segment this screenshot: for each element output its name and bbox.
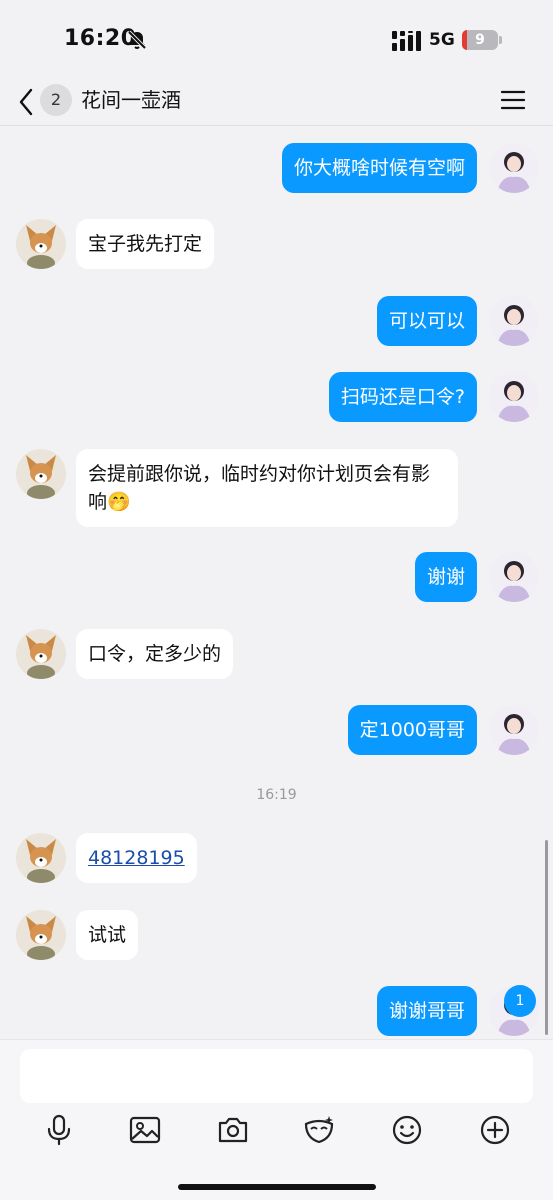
new-message-badge[interactable]: 1 bbox=[504, 985, 536, 1017]
microphone-icon[interactable] bbox=[43, 1114, 75, 1146]
avatar[interactable] bbox=[16, 629, 66, 679]
plus-icon[interactable] bbox=[479, 1114, 511, 1146]
avatar[interactable] bbox=[489, 705, 539, 755]
status-bar: 16:20 5G 9 bbox=[0, 0, 553, 80]
message-bubble-outgoing[interactable]: 谢谢哥哥 bbox=[376, 986, 477, 1036]
mask-icon[interactable] bbox=[303, 1114, 335, 1146]
chat-title: 花间一壶酒 bbox=[81, 88, 181, 112]
message-bubble-incoming[interactable]: 试试 bbox=[76, 910, 139, 960]
message-input[interactable] bbox=[20, 1049, 533, 1103]
battery-level: 9 bbox=[475, 32, 485, 48]
emoji-icon[interactable] bbox=[391, 1114, 423, 1146]
message-list[interactable]: 你大概啥时候有空啊 宝子我先打定 可以可以 扫码还是口令? 会提前跟你说，临时约… bbox=[0, 127, 553, 1039]
home-indicator bbox=[178, 1184, 376, 1190]
message-bubble-outgoing[interactable]: 扫码还是口令? bbox=[328, 372, 477, 422]
image-icon[interactable] bbox=[129, 1114, 161, 1146]
signal-icon bbox=[392, 31, 421, 51]
message-link[interactable]: 48128195 bbox=[88, 847, 185, 869]
message-bubble-outgoing[interactable]: 定1000哥哥 bbox=[347, 705, 477, 755]
menu-icon[interactable] bbox=[501, 89, 525, 111]
avatar[interactable] bbox=[16, 833, 66, 883]
battery-icon: 9 bbox=[462, 30, 502, 50]
camera-icon[interactable] bbox=[217, 1114, 249, 1146]
message-bubble-incoming[interactable]: 会提前跟你说，临时约对你计划页会有影响🤭 bbox=[76, 449, 458, 527]
avatar[interactable] bbox=[16, 219, 66, 269]
input-area bbox=[0, 1039, 553, 1200]
avatar[interactable] bbox=[489, 143, 539, 193]
message-bubble-outgoing[interactable]: 谢谢 bbox=[414, 552, 477, 602]
bell-slash-icon bbox=[127, 30, 147, 50]
network-type: 5G bbox=[429, 30, 455, 50]
chat-header: 2 花间一壶酒 bbox=[0, 80, 553, 126]
avatar[interactable] bbox=[489, 552, 539, 602]
avatar[interactable] bbox=[16, 910, 66, 960]
message-bubble-outgoing[interactable]: 可以可以 bbox=[376, 296, 477, 346]
unread-count-badge[interactable]: 2 bbox=[40, 84, 72, 116]
message-bubble-incoming: 48128195 bbox=[76, 833, 197, 883]
message-bubble-incoming[interactable]: 宝子我先打定 bbox=[76, 219, 215, 269]
avatar[interactable] bbox=[489, 372, 539, 422]
scrollbar[interactable] bbox=[545, 840, 548, 1035]
chevron-left-icon[interactable] bbox=[16, 86, 36, 118]
message-bubble-outgoing[interactable]: 你大概啥时候有空啊 bbox=[281, 143, 477, 193]
message-bubble-incoming[interactable]: 口令，定多少的 bbox=[76, 629, 234, 679]
avatar[interactable] bbox=[16, 449, 66, 499]
message-timestamp: 16:19 bbox=[256, 787, 297, 803]
avatar[interactable] bbox=[489, 296, 539, 346]
